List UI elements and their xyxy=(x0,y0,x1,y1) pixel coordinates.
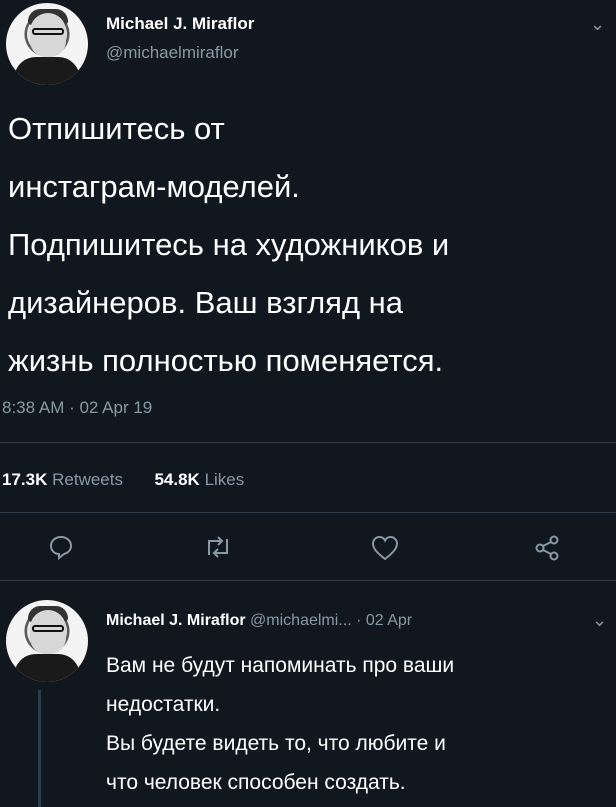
thread-line xyxy=(38,690,41,807)
divider xyxy=(0,442,616,443)
reply-header: Michael J. Miraflor @michaelmi... · 02 A… xyxy=(106,612,412,630)
likes-label: Likes xyxy=(204,470,245,489)
author-name[interactable]: Michael J. Miraflor xyxy=(106,14,254,34)
retweet-icon[interactable] xyxy=(204,535,232,559)
likes-stat[interactable]: 54.8K Likes xyxy=(154,470,244,489)
reply-line: недостатки. xyxy=(106,693,221,716)
reply-line: Вы будете видеть то, что любите и xyxy=(106,732,446,755)
tweet-line: Отпишитесь от xyxy=(8,111,225,146)
tweet-line: дизайнеров. Ваш взгляд на xyxy=(8,285,404,320)
chevron-down-icon[interactable]: ⌄ xyxy=(592,610,607,631)
reply-author-handle[interactable]: @michaelmi... xyxy=(250,612,352,629)
divider xyxy=(0,512,616,513)
tweet-line: Подпишитесь на художников и xyxy=(8,227,450,262)
like-icon[interactable] xyxy=(371,535,399,561)
tweet-text: Отпишитесь от инстаграм-моделей. Подпиши… xyxy=(8,100,449,390)
reply-date[interactable]: · 02 Apr xyxy=(356,612,412,629)
divider xyxy=(0,580,616,581)
author-handle[interactable]: @michaelmiraflor xyxy=(106,43,239,63)
timestamp[interactable]: 8:38 AM · 02 Apr 19 xyxy=(2,398,152,418)
avatar[interactable] xyxy=(6,3,88,85)
chevron-down-icon[interactable]: ⌄ xyxy=(590,14,605,35)
share-icon[interactable] xyxy=(534,535,560,561)
reply-text: Вам не будут напоминать про ваши недоста… xyxy=(106,646,454,802)
tweet-line: жизнь полностью поменяется. xyxy=(8,343,444,378)
reply-icon[interactable] xyxy=(48,534,74,560)
reply-line: Вам не будут напоминать про ваши xyxy=(106,654,455,677)
engagement-stats: 17.3K Retweets 54.8K Likes xyxy=(2,470,244,490)
retweets-count: 17.3K xyxy=(2,470,48,489)
retweets-stat[interactable]: 17.3K Retweets xyxy=(2,470,128,489)
reply-avatar[interactable] xyxy=(6,600,88,682)
reply-author-name[interactable]: Michael J. Miraflor xyxy=(106,612,246,629)
tweet-line: инстаграм-моделей. xyxy=(8,169,300,204)
reply-line: что человек способен создать. xyxy=(106,771,406,794)
retweets-label: Retweets xyxy=(52,470,123,489)
likes-count: 54.8K xyxy=(154,470,200,489)
